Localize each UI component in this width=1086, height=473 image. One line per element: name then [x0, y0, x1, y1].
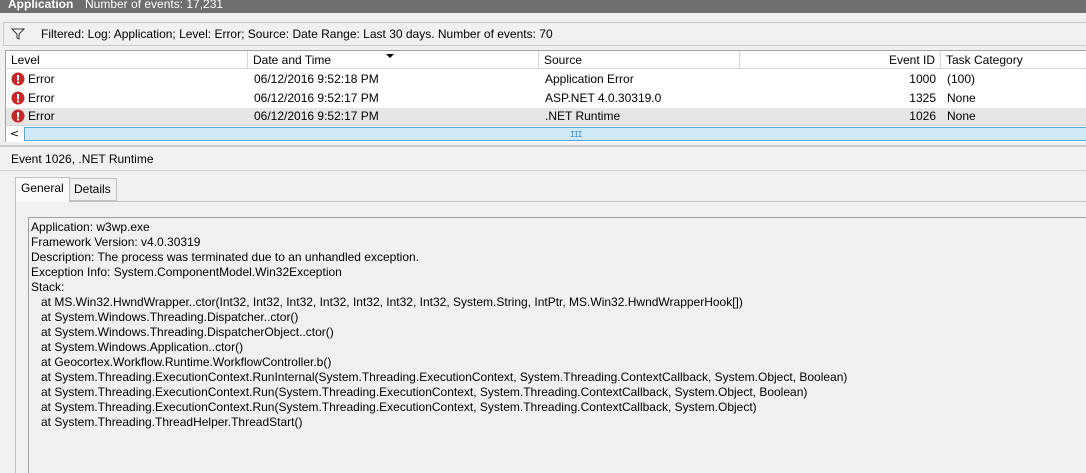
tab-general[interactable]: General — [15, 177, 70, 202]
column-header-level[interactable]: Level — [6, 51, 248, 69]
row-event-id: 1026 — [909, 109, 936, 123]
error-icon — [11, 91, 25, 105]
column-header-source[interactable]: Source — [539, 51, 740, 69]
row-source: Application Error — [545, 72, 634, 86]
column-header-event-id[interactable]: Event ID — [740, 51, 941, 69]
row-level: Error — [28, 72, 55, 86]
column-header-task-category[interactable]: Task Category — [941, 51, 1086, 69]
row-date-time: 06/12/2016 9:52:17 PM — [254, 91, 379, 105]
scroll-left-button[interactable]: < — [6, 126, 23, 142]
row-source: .NET Runtime — [545, 109, 621, 123]
event-description-box[interactable]: Application: w3wp.exe Framework Version:… — [28, 217, 1086, 473]
row-task-category: None — [947, 109, 976, 123]
row-level: Error — [28, 91, 55, 105]
row-level: Error — [28, 109, 55, 123]
horizontal-scrollbar[interactable]: < III — [6, 125, 1086, 142]
filter-text: Filtered: Log: Application; Level: Error… — [41, 27, 553, 41]
event-row[interactable]: Error 06/12/2016 9:52:17 PM ASP.NET 4.0.… — [6, 89, 1086, 108]
events-count: Number of events: 17,231 — [85, 0, 224, 11]
event-row-selected[interactable]: Error 06/12/2016 9:52:17 PM .NET Runtime… — [6, 108, 1086, 125]
grid-header: Level Date and Time Source Event ID Task… — [6, 51, 1086, 69]
events-grid[interactable]: Level Date and Time Source Event ID Task… — [5, 50, 1086, 142]
row-event-id: 1000 — [909, 72, 936, 86]
row-task-category: (100) — [947, 72, 976, 86]
row-date-time: 06/12/2016 9:52:17 PM — [254, 109, 379, 123]
tab-details[interactable]: Details — [68, 178, 117, 201]
row-source: ASP.NET 4.0.30319.0 — [545, 91, 662, 105]
event-row[interactable]: Error 06/12/2016 9:52:18 PM Application … — [6, 70, 1086, 89]
row-date-time: 06/12/2016 9:52:18 PM — [254, 72, 379, 86]
filter-icon — [11, 28, 25, 40]
scrollbar-thumb[interactable]: III — [24, 127, 1086, 141]
scrollbar-grip-icon: III — [570, 130, 582, 139]
filter-bar[interactable]: Filtered: Log: Application; Level: Error… — [3, 22, 1086, 46]
error-icon — [11, 109, 25, 123]
log-header-bar: Application Number of events: 17,231 — [0, 0, 1086, 13]
sort-descending-icon — [386, 54, 394, 58]
row-task-category: None — [947, 91, 976, 105]
event-description-text: Application: w3wp.exe Framework Version:… — [31, 220, 848, 429]
divider — [0, 170, 1086, 171]
log-title: Application — [8, 0, 74, 11]
pane-splitter[interactable] — [0, 145, 1086, 147]
error-icon — [11, 72, 25, 86]
row-event-id: 1325 — [909, 91, 936, 105]
event-details-title: Event 1026, .NET Runtime — [11, 152, 154, 166]
